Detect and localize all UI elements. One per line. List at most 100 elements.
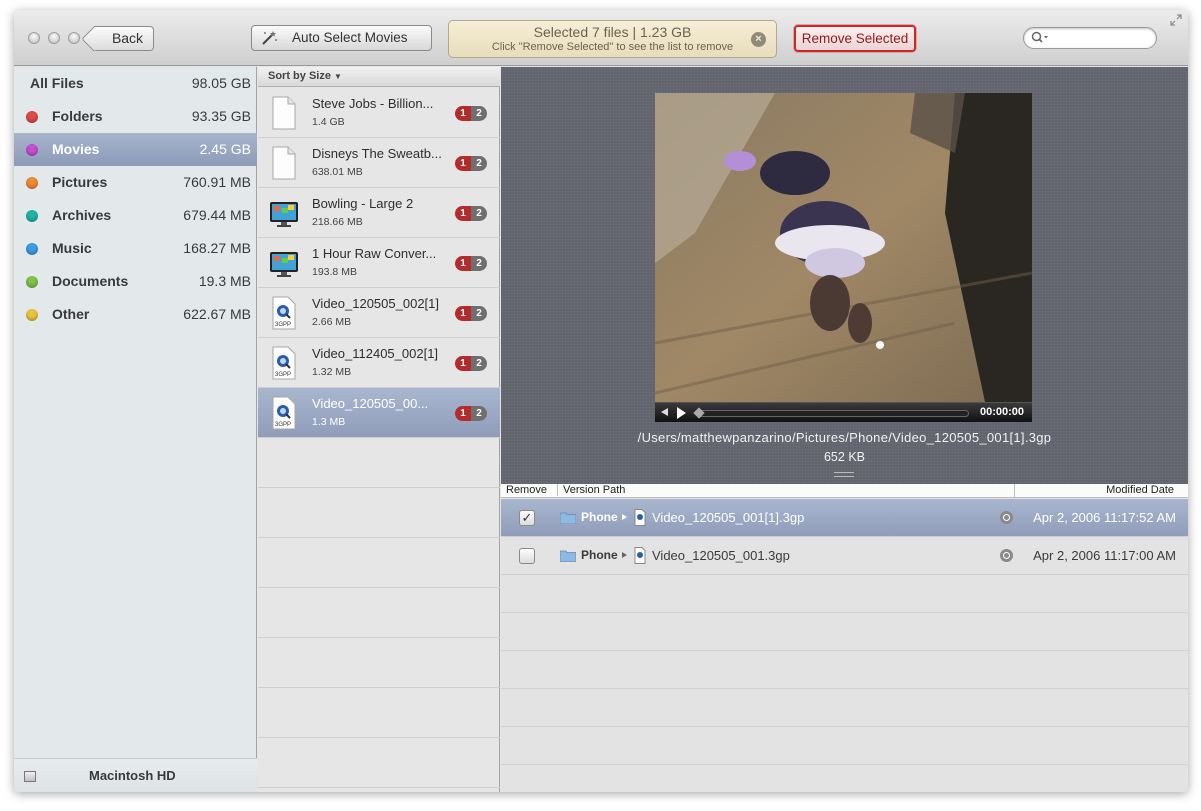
column-header-modified-date[interactable]: Modified Date xyxy=(1106,484,1174,496)
minimize-window-button[interactable] xyxy=(48,32,60,44)
file-name: Disneys The Sweatb... xyxy=(312,146,442,161)
empty-row xyxy=(258,588,500,638)
remove-selected-button[interactable]: Remove Selected xyxy=(794,25,916,52)
movie-monitor-icon xyxy=(270,202,298,227)
remove-checkbox[interactable]: ✓ xyxy=(519,510,535,526)
search-field[interactable] xyxy=(1023,27,1157,49)
sort-label: Sort by Size xyxy=(268,70,331,82)
search-input[interactable] xyxy=(1051,30,1151,46)
sidebar-item-archives[interactable]: Archives 679.44 MB xyxy=(14,199,257,232)
close-window-button[interactable] xyxy=(28,32,40,44)
remove-checkbox[interactable] xyxy=(519,548,535,564)
table-row[interactable]: Phone Video_120505_001.3gp Apr 2, 2006 1… xyxy=(501,537,1188,575)
file-row[interactable]: Bowling - Large 2 218.66 MB 12 xyxy=(258,188,500,238)
versions-table: Remove Version Path Modified Date ✓ Phon… xyxy=(501,484,1188,792)
empty-row xyxy=(501,613,1188,651)
selection-summary: Selected 7 files | 1.23 GB xyxy=(533,24,692,40)
path-arrow-icon xyxy=(622,514,627,520)
sidebar-item-size: 2.45 GB xyxy=(199,141,251,157)
magic-wand-icon xyxy=(262,31,277,45)
column-header-remove[interactable]: Remove xyxy=(506,484,547,496)
purple-dot-icon xyxy=(26,144,38,156)
video-scrubber[interactable] xyxy=(697,410,969,417)
table-row[interactable]: ✓ Phone Video_120505_001[1].3gp Apr 2, 2… xyxy=(501,499,1188,537)
folder-icon xyxy=(560,550,576,562)
file-name: Steve Jobs - Billion... xyxy=(312,96,434,111)
column-header-version-path[interactable]: Version Path xyxy=(557,484,625,496)
sidebar-item-size: 168.27 MB xyxy=(183,240,251,256)
file-row[interactable]: 3GPP Video_120505_002[1] 2.66 MB 12 xyxy=(258,288,500,338)
empty-row xyxy=(258,538,500,588)
sidebar-item-movies[interactable]: Movies 2.45 GB xyxy=(14,133,257,166)
sidebar-item-pictures[interactable]: Pictures 760.91 MB xyxy=(14,166,257,199)
sidebar-item-label: Pictures xyxy=(52,174,108,190)
clear-selection-icon[interactable]: × xyxy=(751,32,766,47)
toolbar: Back Auto Select Movies Selected 7 files… xyxy=(14,10,1188,66)
file-size: 1.4 GB xyxy=(312,116,345,128)
file-path: /Users/matthewpanzarino/Pictures/Phone/V… xyxy=(637,430,1052,445)
file-name: Video_120505_00... xyxy=(312,396,429,411)
empty-row xyxy=(258,488,500,538)
play-icon[interactable] xyxy=(677,407,686,419)
sidebar-item-label: Movies xyxy=(52,141,100,157)
sidebar-item-other[interactable]: Other 622.67 MB xyxy=(14,298,257,331)
empty-row xyxy=(258,438,500,488)
file-size: 1.3 MB xyxy=(312,416,346,428)
sidebar-item-all-files[interactable]: All Files 98.05 GB xyxy=(14,67,257,100)
empty-row xyxy=(258,738,500,788)
rewind-icon[interactable] xyxy=(661,408,668,416)
file-size: 218.66 MB xyxy=(312,216,363,228)
duplicate-count-badge: 12 xyxy=(455,256,487,271)
sidebar-item-size: 679.44 MB xyxy=(183,207,251,223)
video-time: 00:00:00 xyxy=(979,406,1024,418)
zoom-window-button[interactable] xyxy=(68,32,80,44)
file-row[interactable]: 1 Hour Raw Conver... 193.8 MB 12 xyxy=(258,238,500,288)
file-row[interactable]: Disneys The Sweatb... 638.01 MB 12 xyxy=(258,138,500,188)
file-size: 193.8 MB xyxy=(312,266,357,278)
sort-menu[interactable]: Sort by Size ▼ xyxy=(258,67,500,87)
file-row[interactable]: 3GPP Video_120505_00... 1.3 MB 12 xyxy=(258,388,500,438)
file-size-label: 652 KB xyxy=(823,450,865,464)
version-file-name: Video_120505_001[1].3gp xyxy=(652,510,805,525)
3gpp-file-icon xyxy=(634,509,646,526)
category-sidebar: All Files 98.05 GB Folders 93.35 GB Movi… xyxy=(14,67,257,792)
sidebar-item-size: 760.91 MB xyxy=(183,174,251,190)
sidebar-item-music[interactable]: Music 168.27 MB xyxy=(14,232,257,265)
sidebar-item-documents[interactable]: Documents 19.3 MB xyxy=(14,265,257,298)
svg-text:3GPP: 3GPP xyxy=(275,322,291,328)
table-header: Remove Version Path Modified Date xyxy=(501,484,1188,498)
duplicate-count-badge: 12 xyxy=(455,206,487,221)
duplicate-count-badge: 12 xyxy=(455,356,487,371)
orange-dot-icon xyxy=(26,177,38,189)
search-icon xyxy=(1031,31,1048,43)
fullscreen-icon[interactable] xyxy=(1170,14,1182,26)
file-row[interactable]: 3GPP Video_112405_002[1] 1.32 MB 12 xyxy=(258,338,500,388)
app-window: Back Auto Select Movies Selected 7 files… xyxy=(14,10,1188,792)
green-dot-icon xyxy=(26,276,38,288)
version-folder: Phone xyxy=(581,510,618,524)
sidebar-item-folders[interactable]: Folders 93.35 GB xyxy=(14,100,257,133)
reveal-magnifier-icon[interactable] xyxy=(1000,511,1013,524)
reveal-magnifier-icon[interactable] xyxy=(1000,549,1013,562)
folder-icon xyxy=(560,512,576,524)
video-frame[interactable] xyxy=(655,93,1032,402)
sidebar-item-label: Archives xyxy=(52,207,112,223)
svg-text:3GPP: 3GPP xyxy=(275,372,291,378)
duplicate-count-badge: 12 xyxy=(455,156,487,171)
version-folder: Phone xyxy=(581,548,618,562)
auto-select-movies-button[interactable]: Auto Select Movies xyxy=(251,25,432,51)
back-button[interactable]: Back xyxy=(94,26,154,51)
blue-dot-icon xyxy=(26,243,38,255)
teal-dot-icon xyxy=(26,210,38,222)
sidebar-item-size: 98.05 GB xyxy=(191,75,251,91)
sidebar-item-label: Documents xyxy=(52,273,129,289)
splitter-grip-icon[interactable] xyxy=(834,472,854,477)
dropdown-arrow-icon: ▼ xyxy=(334,72,342,81)
empty-row xyxy=(501,575,1188,613)
empty-row xyxy=(501,689,1188,727)
file-name: Video_120505_002[1] xyxy=(312,296,439,311)
file-row[interactable]: Steve Jobs - Billion... 1.4 GB 12 xyxy=(258,88,500,138)
file-list: Sort by Size ▼ Steve Jobs - Billion... 1… xyxy=(258,67,500,792)
sidebar-item-size: 93.35 GB xyxy=(191,108,251,124)
disk-selector[interactable]: Macintosh HD xyxy=(14,758,257,792)
